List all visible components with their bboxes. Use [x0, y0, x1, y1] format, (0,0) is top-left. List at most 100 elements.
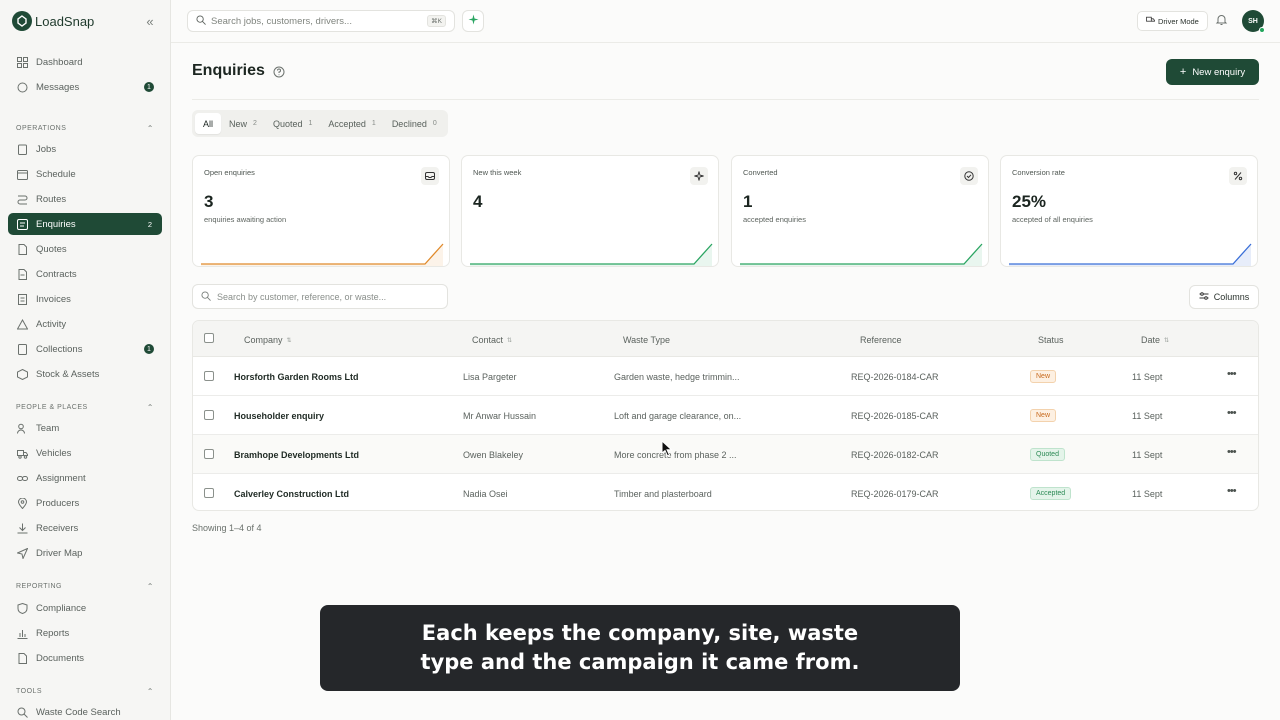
sidebar-item-enquiries[interactable]: Enquiries 2	[8, 213, 162, 235]
more-options-icon[interactable]: •••	[1227, 446, 1237, 458]
table-row[interactable]: Calverley Construction Ltd Nadia Osei Ti…	[193, 474, 1258, 510]
section-tools[interactable]: TOOLS ⌃	[16, 687, 154, 696]
row-checkbox[interactable]	[204, 410, 214, 420]
sidebar-item-producers[interactable]: Producers	[8, 492, 162, 514]
table-row[interactable]: Householder enquiry Mr Anwar Hussain Lof…	[193, 396, 1258, 435]
sidebar-item-jobs[interactable]: Jobs	[8, 138, 162, 160]
section-people-places[interactable]: PEOPLE & PLACES ⌃	[16, 403, 154, 412]
column-contact[interactable]: Contact ⇅	[472, 335, 512, 345]
row-checkbox[interactable]	[204, 449, 214, 459]
column-date[interactable]: Date ⇅	[1141, 335, 1169, 345]
sidebar-item-label: Documents	[36, 652, 85, 664]
columns-label: Columns	[1213, 292, 1250, 302]
global-search[interactable]: ⌘K	[187, 10, 455, 32]
caption-text: Each keeps the company, site, waste type…	[420, 621, 860, 674]
sidebar-item-contracts[interactable]: Contracts	[8, 263, 162, 285]
cell-reference: REQ-2026-0185-CAR	[851, 411, 939, 421]
sidebar-item-compliance[interactable]: Compliance	[8, 597, 162, 619]
search-icon	[16, 706, 28, 718]
download-icon	[16, 522, 28, 534]
select-all-checkbox[interactable]	[204, 333, 214, 343]
section-title: REPORTING	[16, 583, 62, 590]
contract-icon	[16, 268, 28, 280]
logo-row: LoadSnap «	[0, 0, 170, 42]
truck-icon	[1146, 16, 1155, 26]
column-company[interactable]: Company ⇅	[244, 335, 292, 345]
tab-all[interactable]: All	[195, 113, 222, 134]
sidebar-item-vehicles[interactable]: Vehicles	[8, 442, 162, 464]
section-reporting[interactable]: REPORTING ⌃	[16, 582, 154, 591]
online-status-dot	[1259, 27, 1265, 33]
sidebar-item-quotes[interactable]: Quotes	[8, 238, 162, 260]
sidebar-item-label: Contracts	[36, 268, 77, 280]
ai-sparkle-button[interactable]	[462, 10, 484, 32]
sidebar-item-routes[interactable]: Routes	[8, 188, 162, 210]
sidebar-item-collections[interactable]: Collections 1	[8, 338, 162, 360]
sidebar-item-reports[interactable]: Reports	[8, 622, 162, 644]
cell-company[interactable]: Horsforth Garden Rooms Ltd	[234, 372, 359, 382]
sparkle-icon	[468, 14, 479, 28]
column-waste-type: Waste Type	[623, 335, 670, 345]
bell-icon[interactable]	[1215, 13, 1228, 29]
sidebar-item-receivers[interactable]: Receivers	[8, 517, 162, 539]
cell-company[interactable]: Householder enquiry	[234, 411, 324, 421]
sidebar-item-label: Receivers	[36, 522, 79, 534]
video-caption: Each keeps the company, site, waste type…	[320, 605, 960, 691]
stat-sparkline	[740, 243, 983, 266]
table-row[interactable]: Bramhope Developments Ltd Owen Blakeley …	[193, 435, 1258, 474]
sparkle-icon	[690, 167, 708, 185]
box-icon	[16, 368, 28, 380]
sidebar-item-documents[interactable]: Documents	[8, 647, 162, 669]
cell-contact: Lisa Pargeter	[463, 372, 517, 382]
more-options-icon[interactable]: •••	[1227, 407, 1237, 419]
page-title: Enquiries	[192, 62, 265, 79]
tab-quoted[interactable]: Quoted 1	[265, 113, 320, 134]
new-enquiry-button[interactable]: + New enquiry	[1166, 59, 1259, 85]
divider	[192, 99, 1259, 100]
dashboard-icon	[16, 56, 28, 68]
tab-count: 1	[371, 120, 376, 127]
tab-accepted[interactable]: Accepted 1	[320, 113, 383, 134]
sidebar-item-waste-code-search[interactable]: Waste Code Search	[8, 701, 162, 720]
stat-value: 4	[473, 192, 483, 211]
new-enquiry-label: New enquiry	[1192, 66, 1246, 78]
cell-company[interactable]: Calverley Construction Ltd	[234, 489, 349, 499]
table-header: Company ⇅ Contact ⇅ Waste Type Reference S…	[193, 321, 1258, 357]
sidebar-item-activity[interactable]: Activity	[8, 313, 162, 335]
more-options-icon[interactable]: •••	[1227, 368, 1237, 380]
sidebar-item-dashboard[interactable]: Dashboard	[8, 51, 162, 73]
table-search-input[interactable]	[217, 291, 437, 302]
chevron-up-icon: ⌃	[146, 124, 154, 133]
cell-reference: REQ-2026-0182-CAR	[851, 450, 939, 460]
tab-declined[interactable]: Declined 0	[384, 113, 445, 134]
sidebar-item-driver-map[interactable]: Driver Map	[8, 542, 162, 564]
sidebar-item-invoices[interactable]: Invoices	[8, 288, 162, 310]
sidebar-item-assignment[interactable]: Assignment	[8, 467, 162, 489]
cell-company[interactable]: Bramhope Developments Ltd	[234, 450, 359, 460]
sidebar-item-stock-assets[interactable]: Stock & Assets	[8, 363, 162, 385]
row-checkbox[interactable]	[204, 371, 214, 381]
sidebar-item-schedule[interactable]: Schedule	[8, 163, 162, 185]
sidebar-item-label: Producers	[36, 497, 80, 509]
sidebar-item-label: Jobs	[36, 143, 57, 155]
sidebar-item-label: Collections	[36, 343, 83, 355]
row-checkbox[interactable]	[204, 488, 214, 498]
sidebar-item-label: Vehicles	[36, 447, 72, 459]
driver-mode-button[interactable]: Driver Mode	[1137, 11, 1208, 31]
sidebar-item-label: Invoices	[36, 293, 71, 305]
cell-date: 11 Sept	[1132, 372, 1163, 382]
sidebar-item-label: Waste Code Search	[36, 706, 121, 718]
more-options-icon[interactable]: •••	[1227, 485, 1237, 497]
mouse-cursor-icon	[661, 439, 673, 460]
collapse-sidebar-icon[interactable]: «	[142, 14, 158, 29]
section-operations[interactable]: OPERATIONS ⌃	[16, 124, 154, 133]
columns-button[interactable]: Columns	[1189, 285, 1259, 309]
sidebar-item-messages[interactable]: Messages 1	[8, 76, 162, 98]
table-row[interactable]: Horsforth Garden Rooms Ltd Lisa Pargeter…	[193, 357, 1258, 396]
table-search[interactable]	[192, 284, 448, 309]
help-icon[interactable]	[273, 66, 285, 81]
sidebar-item-team[interactable]: Team	[8, 417, 162, 439]
global-search-input[interactable]	[211, 15, 411, 27]
sidebar-item-label: Activity	[36, 318, 67, 330]
tab-new[interactable]: New 2	[221, 113, 265, 134]
